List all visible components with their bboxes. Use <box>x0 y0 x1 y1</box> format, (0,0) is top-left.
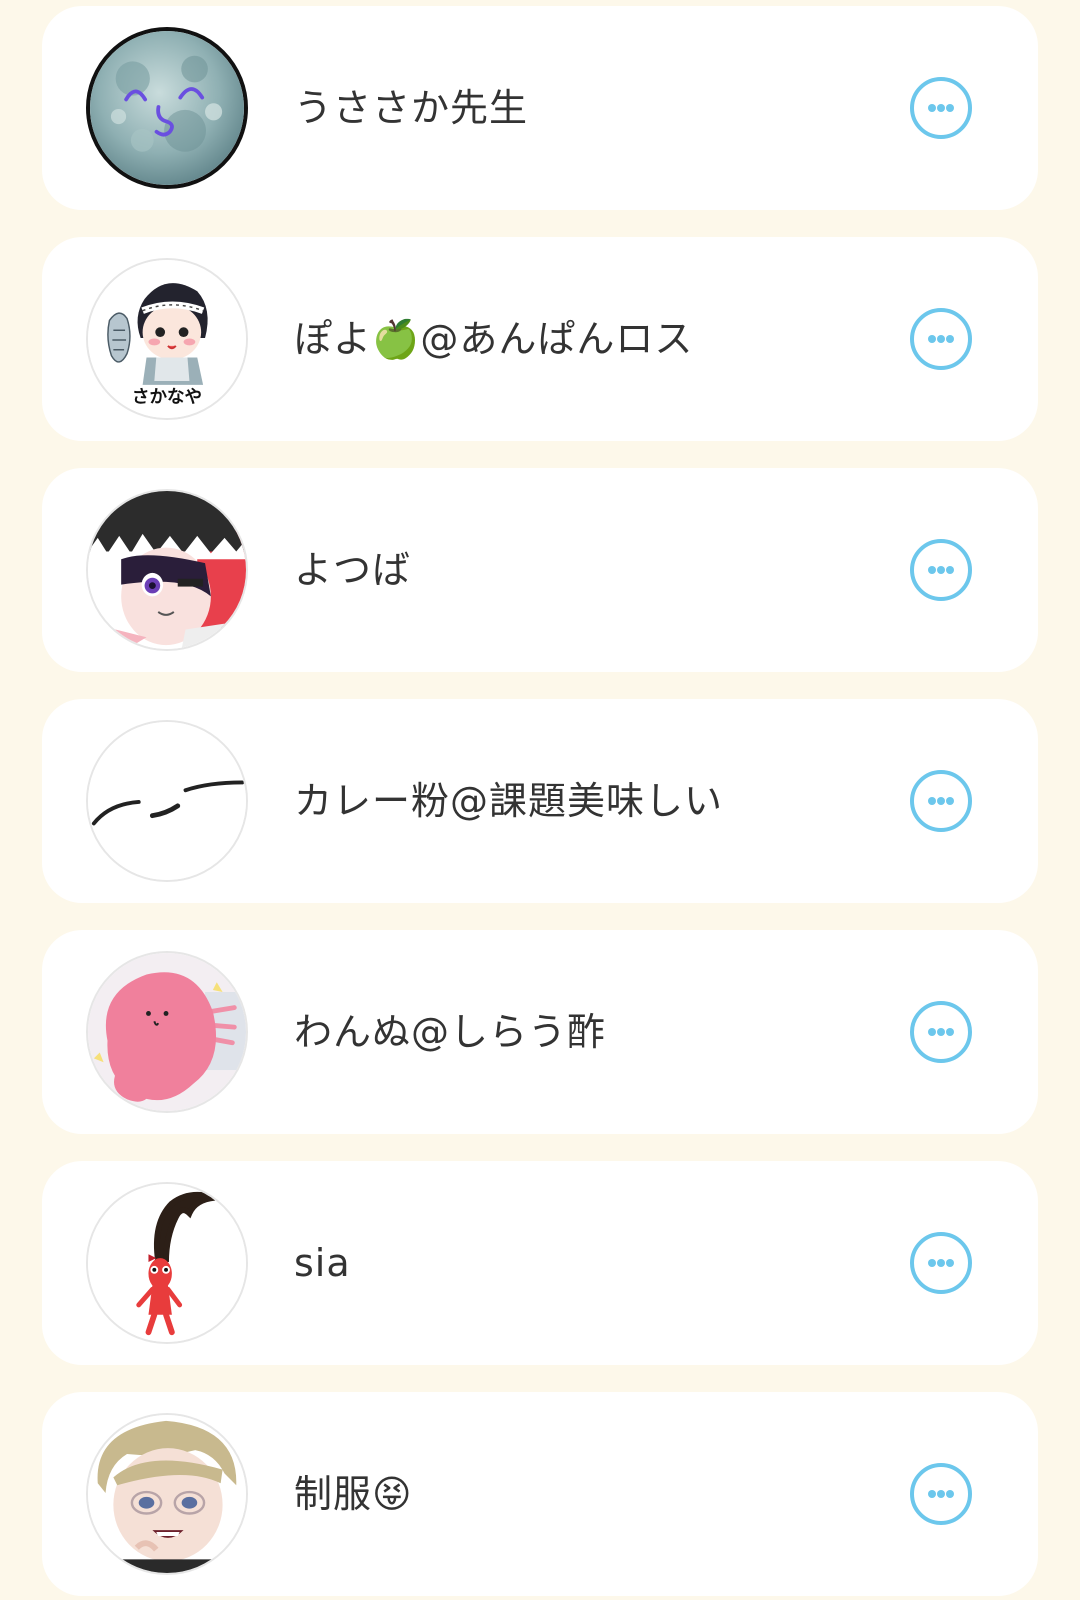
user-name[interactable]: sia <box>294 1161 351 1365</box>
user-row[interactable]: さかなや ぽよ🍏@あんぱんロス <box>42 237 1038 441</box>
full-moon-face-avatar-icon[interactable] <box>86 27 248 189</box>
user-row[interactable]: うささか先生 <box>42 6 1038 210</box>
more-options-icon[interactable] <box>910 539 972 601</box>
more-options-icon[interactable] <box>910 1232 972 1294</box>
user-row[interactable]: よつば <box>42 468 1038 672</box>
sleepy-eyes-sketch-avatar-icon[interactable] <box>86 720 248 882</box>
user-name[interactable]: よつば <box>294 468 411 672</box>
shark-hood-boy-avatar-icon[interactable] <box>86 489 248 651</box>
more-options-icon[interactable] <box>910 308 972 370</box>
user-name[interactable]: うささか先生 <box>294 6 528 210</box>
more-options-icon[interactable] <box>910 770 972 832</box>
more-options-icon[interactable] <box>910 1001 972 1063</box>
fishmonger-chibi-avatar-icon[interactable]: さかなや <box>86 258 248 420</box>
user-row[interactable]: sia <box>42 1161 1038 1365</box>
red-pikmin-avatar-icon[interactable] <box>86 1182 248 1344</box>
user-row[interactable]: 制服😝 <box>42 1392 1038 1596</box>
more-options-icon[interactable] <box>910 1463 972 1525</box>
user-name[interactable]: カレー粉@課題美味しい <box>294 699 723 903</box>
more-options-icon[interactable] <box>910 77 972 139</box>
user-name[interactable]: ぽよ🍏@あんぱんロス <box>294 237 693 441</box>
user-row[interactable]: カレー粉@課題美味しい <box>42 699 1038 903</box>
avatar-caption: さかなや <box>132 387 202 407</box>
pink-blob-avatar-icon[interactable] <box>86 951 248 1113</box>
user-list: うささか先生 さかなや ぽよ🍏@あんぱんロス よつば カレー粉@課題美味しい わ… <box>0 0 1080 1600</box>
user-row[interactable]: わんぬ@しらう酢 <box>42 930 1038 1134</box>
blond-glasses-boy-avatar-icon[interactable] <box>86 1413 248 1575</box>
user-name[interactable]: 制服😝 <box>294 1392 413 1596</box>
user-name[interactable]: わんぬ@しらう酢 <box>294 930 606 1134</box>
